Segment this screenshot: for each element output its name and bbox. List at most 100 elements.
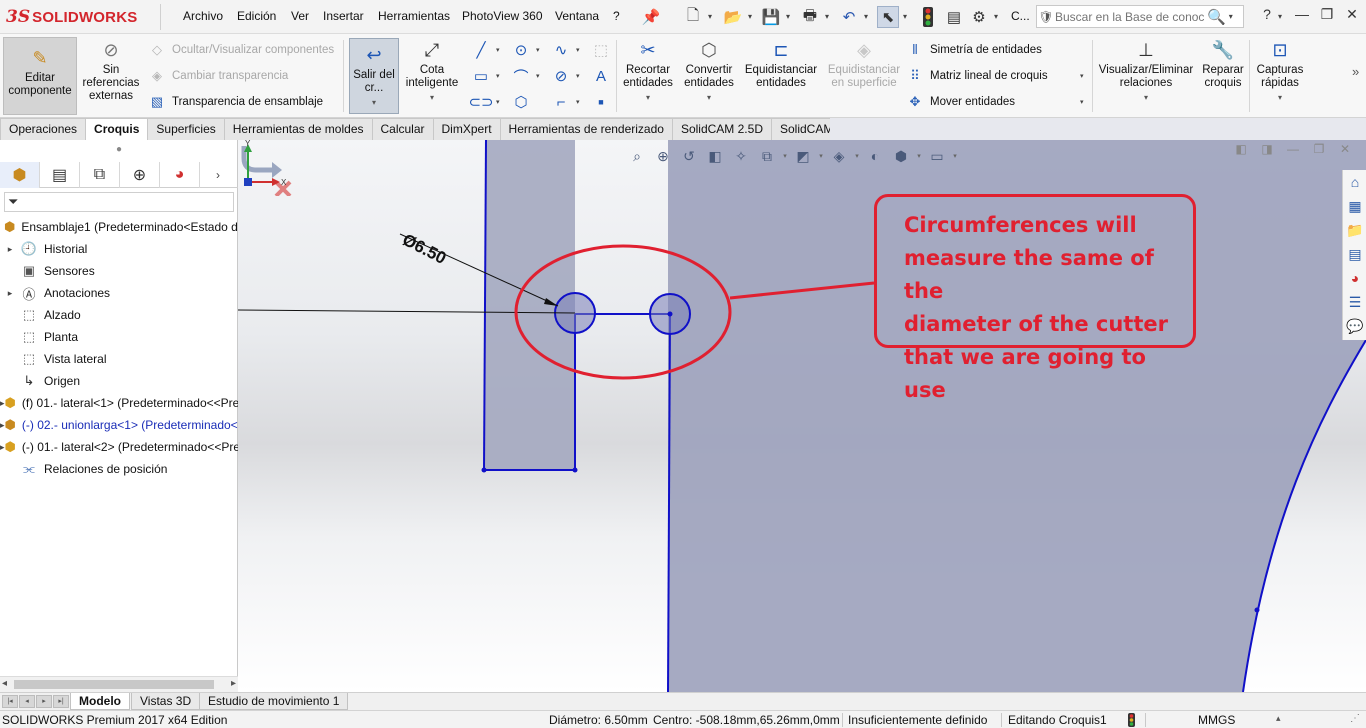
arc-icon[interactable]: ⌒ (510, 66, 532, 86)
appearances-icon[interactable]: ◕ (1343, 266, 1366, 290)
doc-restore-icon[interactable]: ❐ (1306, 142, 1332, 156)
show-hide-components-button[interactable]: ◇ Ocultar/Visualizar componentes (148, 42, 334, 58)
no-external-refs-button[interactable]: ⊘ Sin referencias externas (82, 38, 140, 103)
line-dropdown-icon[interactable]: ▾ (496, 46, 500, 54)
search-dropdown-icon[interactable]: ▾ (1229, 12, 1233, 21)
display-style-dropdown-icon[interactable]: ▾ (816, 152, 826, 160)
feature-manager-tab-icon[interactable]: ⬢ (0, 162, 40, 188)
tab-estudio-movimiento[interactable]: Estudio de movimiento 1 (199, 693, 349, 710)
next-tab-icon[interactable]: ▸ (36, 695, 52, 708)
tree-item-lateral-2[interactable]: ▸ ⬢ (-) 01.- lateral<2> (Predeterminado<… (0, 436, 238, 458)
options-gear-icon[interactable]: ⚙ (968, 6, 990, 28)
last-tab-icon[interactable]: ▸| (53, 695, 69, 708)
design-library-icon[interactable]: ▦ (1343, 194, 1366, 218)
hide-show-items-icon[interactable]: ◈ (826, 148, 852, 165)
print-icon[interactable]: 🖶 (799, 6, 821, 28)
trim-entities-button[interactable]: ✂ Recortar entidades ▾ (620, 38, 676, 104)
circle-icon[interactable]: ⊙ (510, 40, 532, 60)
linear-pattern-dropdown-icon[interactable]: ▾ (1080, 72, 1084, 80)
tree-item-historial[interactable]: ▸ 🕘 Historial (0, 238, 238, 260)
tree-item-relaciones[interactable]: ⫘ Relaciones de posición (0, 458, 238, 480)
tree-item-lateral-1[interactable]: ▸ ⬢ (f) 01.- lateral<1> (Predeterminado<… (0, 392, 238, 414)
tab-dimxpert[interactable]: DimXpert (432, 118, 501, 140)
tab-vistas-3d[interactable]: Vistas 3D (131, 693, 201, 710)
sketch-point[interactable] (667, 311, 673, 317)
rebuild-status-icon[interactable] (1128, 713, 1135, 728)
custom-properties-icon[interactable]: ☰ (1343, 290, 1366, 314)
fillet-icon[interactable]: ⌐ (550, 92, 572, 112)
tab-superficies[interactable]: Superficies (147, 118, 225, 140)
open-folder-icon[interactable]: 📂 (722, 6, 744, 28)
search-icon[interactable]: 🔍 (1207, 8, 1226, 26)
tab-solidcam-25d[interactable]: SolidCAM 2.5D (671, 118, 772, 140)
slot-icon[interactable]: ⊂⊃ (468, 92, 493, 112)
file-properties-icon[interactable]: ▤ (943, 6, 965, 28)
tree-item-vista-lateral[interactable]: ⬚ Vista lateral (0, 348, 238, 370)
status-units[interactable]: MMGS (1198, 713, 1235, 727)
menu-herramientas[interactable]: Herramientas (378, 9, 450, 23)
minimize-icon[interactable]: — (1290, 6, 1314, 26)
smart-dimension-button[interactable]: ⤢ Cota inteligente ▾ (403, 38, 461, 104)
new-dropdown-icon[interactable]: ▾ (708, 12, 712, 21)
dynamic-annotation-icon[interactable]: ✧ (728, 148, 754, 165)
offset-entities-button[interactable]: ⊏ Equidistanciar entidades (742, 38, 820, 90)
change-transparency-button[interactable]: ◈ Cambiar transparencia (148, 68, 288, 84)
view-settings-dropdown-icon[interactable]: ▾ (950, 152, 960, 160)
doc-minimize-icon[interactable]: — (1280, 142, 1306, 156)
menu-archivo[interactable]: Archivo (183, 9, 223, 23)
apply-scene-icon[interactable]: ⬢ (888, 148, 914, 165)
smart-dimension-dropdown-icon[interactable]: ▾ (430, 91, 434, 104)
sketch-fillet-disabled-icon[interactable]: ⬚ (590, 40, 612, 60)
rebuild-traffic-light-icon[interactable] (917, 6, 939, 28)
spline-icon[interactable]: ∿ (550, 40, 572, 60)
undo-dropdown-icon[interactable]: ▾ (864, 12, 868, 21)
panel-grip-icon[interactable]: ● (0, 140, 238, 160)
display-style-icon[interactable]: ◩ (790, 148, 816, 165)
circle-dropdown-icon[interactable]: ▾ (536, 46, 540, 54)
pin-icon[interactable]: 📌 (640, 6, 662, 28)
section-view-icon[interactable]: ◧ (702, 148, 728, 165)
panel-horizontal-scrollbar[interactable]: ◂ ▸ (0, 676, 238, 692)
menu-edicion[interactable]: Edición (237, 9, 276, 23)
select-dropdown-icon[interactable]: ▾ (903, 12, 907, 21)
knowledge-base-search[interactable]: 🛡 🔍 ▾ (1036, 5, 1244, 28)
fillet-dropdown-icon[interactable]: ▾ (576, 98, 580, 106)
tab-operaciones[interactable]: Operaciones (0, 118, 87, 140)
tree-item-unionlarga[interactable]: ▸ ⬢ (-) 02.- unionlarga<1> (Predetermina… (0, 414, 238, 436)
tree-filter-icon[interactable]: ⏷ (4, 192, 234, 212)
scroll-thumb[interactable] (14, 680, 214, 689)
units-dropdown-icon[interactable]: ▴ (1276, 713, 1281, 724)
solidworks-resources-icon[interactable]: ⌂ (1343, 170, 1366, 194)
sketch-point[interactable] (1254, 607, 1260, 613)
mirror-entities-button[interactable]: ⫴ Simetría de entidades (906, 42, 1042, 58)
relations-dropdown-icon[interactable]: ▾ (1144, 91, 1148, 104)
offset-on-surface-button[interactable]: ◈ Equidistanciar en superficie (824, 38, 904, 90)
open-dropdown-icon[interactable]: ▾ (748, 12, 752, 21)
linear-pattern-button[interactable]: ⠿ Matriz lineal de croquis (906, 68, 1047, 84)
slot-dropdown-icon[interactable]: ▾ (496, 98, 500, 106)
convert-dropdown-icon[interactable]: ▾ (707, 91, 711, 104)
view-palette-icon[interactable]: ▤ (1343, 242, 1366, 266)
zoom-to-area-icon[interactable]: ⊕ (650, 148, 676, 165)
scroll-right-icon[interactable]: ▸ (231, 678, 236, 689)
select-pointer-icon[interactable]: ⬉ (877, 6, 899, 28)
file-explorer-icon[interactable]: 📁 (1343, 218, 1366, 242)
graphics-area[interactable]: Ø6.50 ⌕ ⊕ ↺ ◧ ✧ ⧉ ▾ ◩ ▾ ◈ ▾ ◐ ⬢ ▾ ▭ ▾ ◧ … (238, 140, 1366, 692)
sketch-canvas[interactable] (238, 140, 1366, 692)
menu-ver[interactable]: Ver (291, 9, 309, 23)
property-manager-tab-icon[interactable]: ▤ (40, 162, 80, 188)
apply-scene-dropdown-icon[interactable]: ▾ (914, 152, 924, 160)
exit-sketch-dropdown-icon[interactable]: ▾ (372, 96, 376, 109)
tree-item-sensores[interactable]: ▣ Sensores (0, 260, 238, 282)
menu-help[interactable]: ? (613, 9, 620, 23)
tab-croquis[interactable]: Croquis (85, 118, 149, 140)
print-dropdown-icon[interactable]: ▾ (825, 12, 829, 21)
resize-grip-icon[interactable]: ⋰ (1350, 713, 1360, 724)
expand-icon[interactable]: ▸ (0, 288, 20, 299)
menu-insertar[interactable]: Insertar (323, 9, 364, 23)
view-settings-icon[interactable]: ▭ (924, 148, 950, 165)
rectangle-dropdown-icon[interactable]: ▾ (496, 72, 500, 80)
tree-item-origen[interactable]: ↳ Origen (0, 370, 238, 392)
display-delete-relations-button[interactable]: ⊥ Visualizar/Eliminar relaciones ▾ (1096, 38, 1196, 104)
quick-access-overflow[interactable]: C... (1011, 9, 1030, 23)
